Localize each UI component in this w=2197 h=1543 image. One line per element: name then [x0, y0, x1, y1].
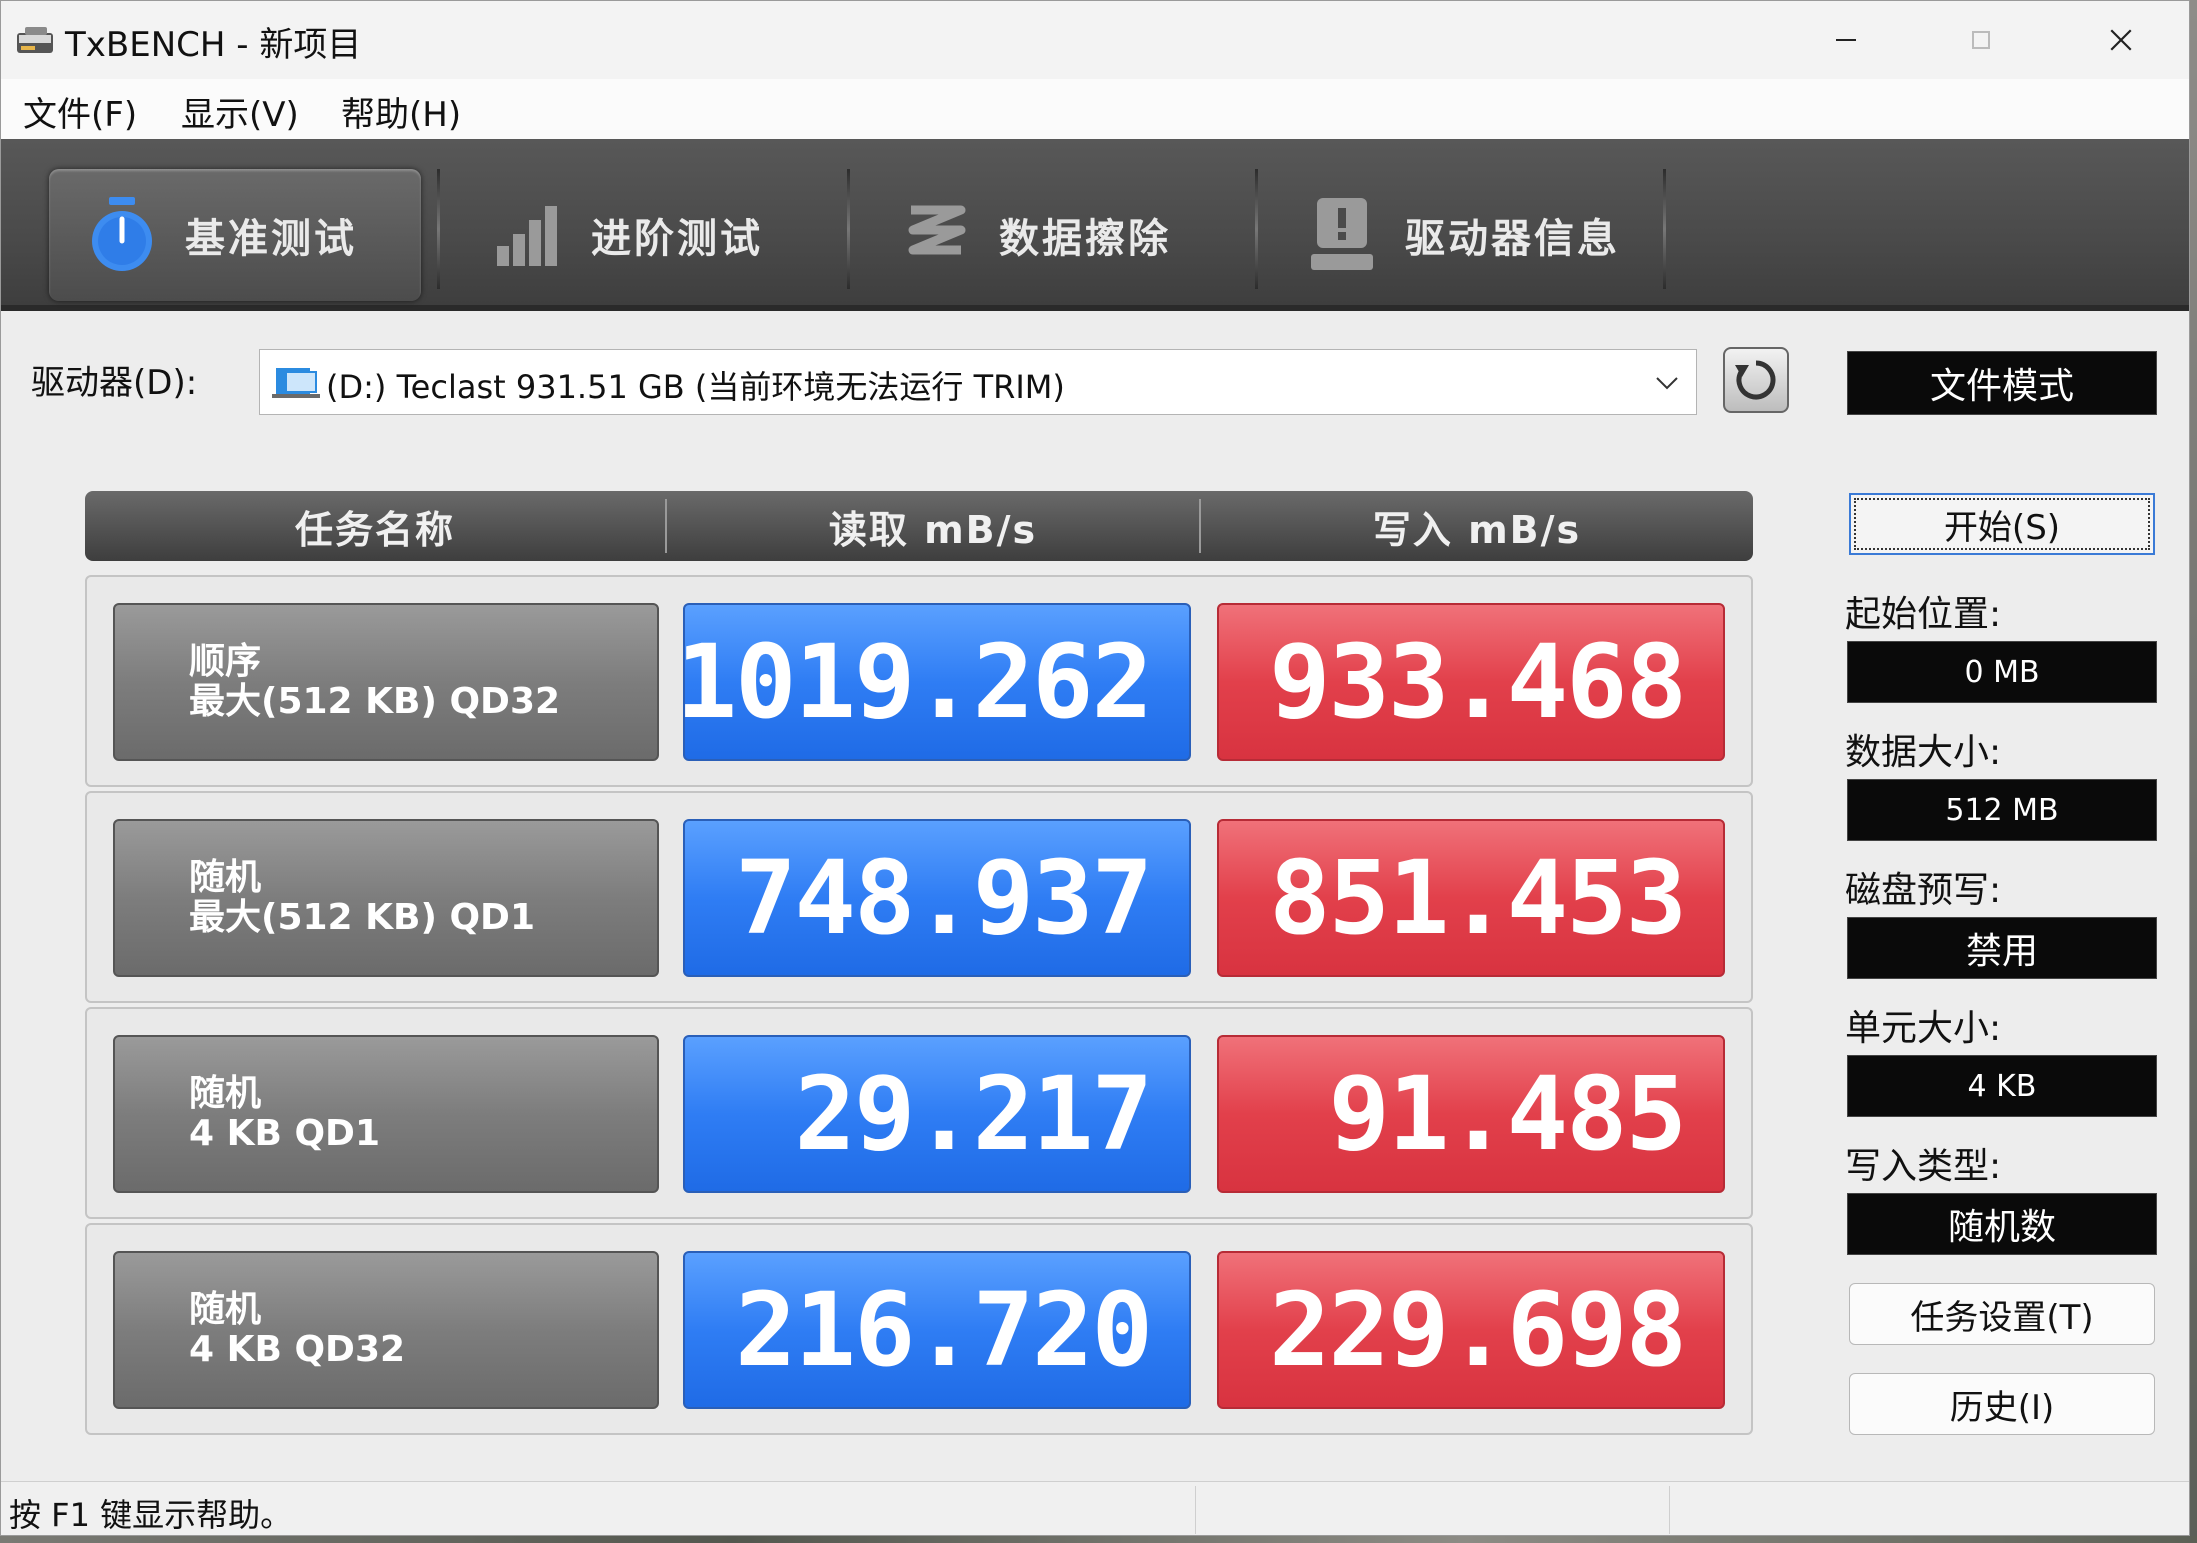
table-row: 随机 4 KB QD32 216.720 229.698 [85, 1223, 1753, 1435]
read-value: 1019.262 [676, 603, 1191, 761]
tab-divider [1255, 169, 1258, 289]
chevron-down-icon [1656, 377, 1678, 390]
bar-chart-icon [483, 190, 573, 280]
task-name-line2: 最大(512 KB) QD32 [189, 681, 561, 722]
status-divider [1669, 1486, 1670, 1534]
write-type-field[interactable]: 随机数 [1847, 1193, 2157, 1255]
task-name-line1: 随机 [189, 1073, 262, 1114]
read-value: 29.217 [683, 1035, 1191, 1193]
cell-size-label: 单元大小: [1845, 1008, 2002, 1049]
status-text: 按 F1 键显示帮助。 [9, 1496, 293, 1534]
refresh-button[interactable] [1723, 347, 1789, 413]
tab-divider [1663, 169, 1666, 289]
task-name-button[interactable]: 随机 4 KB QD32 [113, 1251, 659, 1409]
tab-data-erase[interactable]: 数据擦除 [863, 169, 1235, 301]
drive-icon [272, 368, 320, 398]
task-name-button[interactable]: 顺序 最大(512 KB) QD32 [113, 603, 659, 761]
write-type-label: 写入类型: [1845, 1146, 2002, 1187]
table-row: 顺序 最大(512 KB) QD32 1019.262 933.468 [85, 575, 1753, 787]
write-value: 851.453 [1217, 819, 1725, 977]
close-button[interactable] [2056, 1, 2186, 79]
main-tab-bar: 基准测试 进阶测试 数据擦除 驱动器信息 [1, 139, 2189, 311]
menu-view[interactable]: 显示(V) [181, 87, 299, 136]
menu-bar: 文件(F) 显示(V) 帮助(H) [1, 79, 2189, 139]
window-title: TxBENCH - 新项目 [65, 25, 362, 65]
column-header-write: 写入 mB/s [1372, 507, 1582, 552]
task-name-line2: 4 KB QD1 [189, 1113, 380, 1154]
column-header-read: 读取 mB/s [828, 507, 1038, 552]
table-row: 随机 4 KB QD1 29.217 91.485 [85, 1007, 1753, 1219]
start-position-field[interactable]: 0 MB [1847, 641, 2157, 703]
column-header-task-name: 任务名称 [294, 507, 455, 552]
close-icon [2110, 29, 2132, 51]
maximize-icon [1972, 31, 1990, 49]
task-name-line1: 随机 [189, 1289, 262, 1330]
history-button[interactable]: 历史(I) [1849, 1373, 2155, 1435]
tab-advanced[interactable]: 进阶测试 [455, 169, 827, 301]
tab-label: 数据擦除 [999, 216, 1171, 262]
status-divider [1195, 1486, 1196, 1534]
task-name-line2: 4 KB QD32 [189, 1329, 406, 1370]
title-bar[interactable]: TxBENCH - 新项目 [1, 1, 2189, 79]
tab-divider [437, 169, 440, 289]
minimize-button[interactable] [1781, 1, 1911, 79]
write-value: 933.468 [1217, 603, 1725, 761]
tab-label: 进阶测试 [591, 216, 763, 262]
precondition-field[interactable]: 禁用 [1847, 917, 2157, 979]
tab-label: 基准测试 [185, 216, 357, 262]
drive-info-icon [1297, 190, 1387, 280]
menu-help[interactable]: 帮助(H) [341, 87, 461, 136]
refresh-icon [1735, 360, 1776, 400]
data-size-field[interactable]: 512 MB [1847, 779, 2157, 841]
app-window: TxBENCH - 新项目 文件(F) 显示(V) 帮助(H) 基准测试 进阶测… [0, 0, 2190, 1536]
start-button[interactable]: 开始(S) [1849, 493, 2155, 555]
desktop-background [2190, 0, 2197, 1543]
tab-benchmark[interactable]: 基准测试 [49, 169, 421, 301]
task-name-button[interactable]: 随机 4 KB QD1 [113, 1035, 659, 1193]
read-value: 748.937 [683, 819, 1191, 977]
stopwatch-icon [77, 190, 167, 280]
results-table-header: 任务名称 读取 mB/s 写入 mB/s [85, 491, 1753, 561]
tab-divider [847, 169, 850, 289]
precondition-label: 磁盘预写: [1845, 870, 2002, 911]
file-mode-button[interactable]: 文件模式 [1847, 351, 2157, 415]
start-position-label: 起始位置: [1845, 594, 2002, 635]
task-name-button[interactable]: 随机 最大(512 KB) QD1 [113, 819, 659, 977]
drive-label: 驱动器(D): [31, 363, 198, 403]
erase-icon [891, 190, 981, 280]
task-settings-button[interactable]: 任务设置(T) [1849, 1283, 2155, 1345]
desktop-background-bottom [0, 1536, 2197, 1543]
cell-size-field[interactable]: 4 KB [1847, 1055, 2157, 1117]
tab-label: 驱动器信息 [1405, 216, 1620, 262]
tab-drive-info[interactable]: 驱动器信息 [1269, 169, 1641, 301]
minimize-icon [1836, 39, 1856, 41]
data-size-label: 数据大小: [1845, 732, 2002, 773]
table-row: 随机 最大(512 KB) QD1 748.937 851.453 [85, 791, 1753, 1003]
drive-select[interactable]: (D:) Teclast 931.51 GB (当前环境无法运行 TRIM) [259, 349, 1697, 415]
task-name-line2: 最大(512 KB) QD1 [189, 897, 535, 938]
read-value: 216.720 [683, 1251, 1191, 1409]
maximize-button[interactable] [1916, 1, 2046, 79]
task-name-line1: 顺序 [189, 641, 262, 682]
menu-file[interactable]: 文件(F) [23, 87, 137, 136]
write-value: 91.485 [1217, 1035, 1725, 1193]
drive-select-value: (D:) Teclast 931.51 GB (当前环境无法运行 TRIM) [326, 368, 1065, 406]
task-name-line1: 随机 [189, 857, 262, 898]
status-bar: 按 F1 键显示帮助。 [1, 1481, 2189, 1535]
app-icon [17, 27, 53, 53]
write-value: 229.698 [1217, 1251, 1725, 1409]
